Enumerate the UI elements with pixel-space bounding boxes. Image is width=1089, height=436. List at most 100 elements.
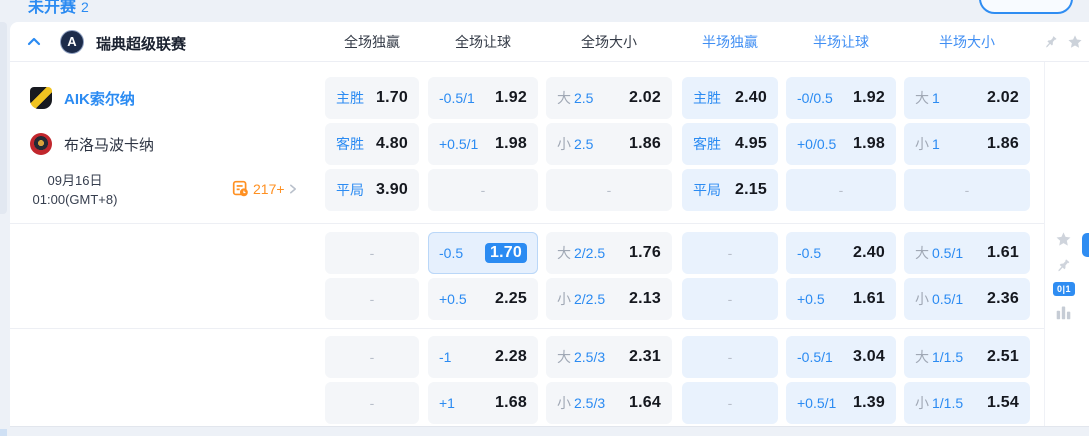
odds-value: 3.04 (853, 348, 885, 365)
column-header-half-1x2[interactable]: 半场独赢 (682, 22, 778, 62)
odds-cell[interactable]: -0.5 1.70 (428, 232, 538, 274)
odds-cell[interactable]: 小 1 1.86 (904, 123, 1030, 165)
league-header: A 瑞典超级联赛 全场独赢 全场让球 全场大小 半场独赢 半场让球 半场大小 (10, 22, 1089, 62)
odds-line: 小 0.5/1 (915, 289, 963, 309)
odds-cell[interactable]: 平局 2.15 (682, 169, 778, 211)
ou-prefix: 小 (915, 291, 929, 307)
dash: - (369, 291, 375, 307)
odds-value: 1.61 (987, 244, 1019, 261)
tab-not-started[interactable]: 未开赛 2 (28, 0, 89, 17)
odds-cell[interactable]: 主胜 2.40 (682, 77, 778, 119)
line-value: -0.5/1 (439, 90, 475, 106)
odds-line: 客胜 (693, 134, 721, 154)
line-value: 2.5 (574, 90, 594, 106)
floating-button-sliver[interactable] (1082, 233, 1089, 257)
odds-cell[interactable]: +0.5 1.61 (786, 278, 896, 320)
home-team-name[interactable]: AIK索尔纳 (64, 88, 135, 109)
away-team-row[interactable]: 布洛马波卡纳 (10, 123, 320, 165)
column-header-full-overunder: 全场大小 (581, 34, 637, 50)
dash: - (369, 349, 375, 365)
odds-line: 大 2.5 (557, 88, 593, 108)
empty-odds-cell: - (325, 278, 419, 320)
empty-odds-cell: - (325, 336, 419, 378)
odds-format-badge[interactable]: 0|1 (1053, 282, 1076, 296)
odds-cell[interactable]: 小 2.5/3 1.64 (546, 382, 672, 424)
odds-value: 1.54 (987, 394, 1019, 411)
away-team-crest-icon (30, 133, 52, 155)
dash: - (838, 182, 844, 198)
odds-cell[interactable]: 客胜 4.80 (325, 123, 419, 165)
odds-cell[interactable]: 大 2.5/3 2.31 (546, 336, 672, 378)
ou-prefix: 小 (915, 136, 929, 152)
line-value: 1 (932, 136, 940, 152)
pin-icon[interactable] (1043, 34, 1059, 50)
odds-line: -1 (439, 349, 451, 365)
odds-cell[interactable]: +0/0.5 1.98 (786, 123, 896, 165)
ou-prefix: 大 (915, 349, 929, 365)
ou-prefix: 大 (557, 90, 571, 106)
odds-line: 平局 (336, 180, 364, 200)
more-markets-link[interactable]: 217+ (232, 180, 299, 197)
odds-cell[interactable]: 小 2/2.5 2.13 (546, 278, 672, 320)
odds-line: +0/0.5 (797, 136, 836, 152)
odds-value: 2.28 (495, 348, 527, 365)
odds-cell[interactable]: 大 1/1.5 2.51 (904, 336, 1030, 378)
odds-line: 大 2/2.5 (557, 243, 605, 263)
star-icon[interactable] (1067, 34, 1083, 50)
tab-label: 未开赛 (28, 0, 77, 16)
empty-odds-cell: - (904, 169, 1030, 211)
empty-odds-cell: - (786, 169, 896, 211)
odds-cell[interactable]: 大 1 2.02 (904, 77, 1030, 119)
odds-cell[interactable]: -0.5/1 1.92 (428, 77, 538, 119)
odds-cell[interactable]: 小 0.5/1 2.36 (904, 278, 1030, 320)
odds-value: 1.86 (987, 135, 1019, 152)
dash: - (727, 245, 733, 261)
odds-cell[interactable]: 大 0.5/1 1.61 (904, 232, 1030, 274)
empty-odds-cell: - (546, 169, 672, 211)
odds-line: 主胜 (693, 88, 721, 108)
odds-value: 2.51 (987, 348, 1019, 365)
favorite-star-icon[interactable] (1055, 231, 1072, 248)
odds-line: +0.5 (797, 291, 825, 307)
stats-bar-chart-icon[interactable] (1055, 304, 1072, 321)
odds-line: -0.5 (439, 245, 463, 261)
line-value: -0.5/1 (797, 349, 833, 365)
kickoff-datetime: 09月16日 01:00(GMT+8) (16, 169, 134, 211)
odds-value: 1.86 (629, 135, 661, 152)
line-value: +0.5 (439, 291, 467, 307)
odds-value: 1.98 (495, 135, 527, 152)
top-filter-bar: 未开赛 2 (0, 0, 1089, 21)
odds-cell[interactable]: 主胜 1.70 (325, 77, 419, 119)
block-divider (10, 328, 1044, 329)
odds-cell[interactable]: +0.5 2.25 (428, 278, 538, 320)
odds-cell[interactable]: 客胜 4.95 (682, 123, 778, 165)
odds-line: 小 2/2.5 (557, 289, 605, 309)
odds-cell[interactable]: +1 1.68 (428, 382, 538, 424)
home-team-row[interactable]: AIK索尔纳 (10, 77, 320, 119)
vertical-scrollbar[interactable] (0, 22, 7, 214)
card-bottom-divider (10, 426, 1089, 427)
chevron-up-icon[interactable] (26, 34, 42, 50)
odds-cell[interactable]: -0.5 2.40 (786, 232, 896, 274)
odds-cell[interactable]: -1 2.28 (428, 336, 538, 378)
truncated-pill-button[interactable] (979, 0, 1073, 14)
odds-value: 2.40 (735, 89, 767, 106)
column-header-half-overunder[interactable]: 半场大小 (904, 22, 1030, 62)
line-value: 2.5/3 (574, 395, 606, 411)
line-value: 2.5 (574, 136, 594, 152)
odds-cell[interactable]: +0.5/1 1.98 (428, 123, 538, 165)
empty-odds-cell: - (325, 382, 419, 424)
odds-cell[interactable]: 平局 3.90 (325, 169, 419, 211)
pin-match-icon[interactable] (1055, 257, 1072, 274)
odds-cell[interactable]: 小 1/1.5 1.54 (904, 382, 1030, 424)
column-header-half-handicap[interactable]: 半场让球 (786, 22, 896, 62)
odds-cell[interactable]: -0.5/1 3.04 (786, 336, 896, 378)
odds-cell[interactable]: 大 2/2.5 1.76 (546, 232, 672, 274)
away-team-name[interactable]: 布洛马波卡纳 (64, 134, 154, 155)
odds-line: 客胜 (336, 134, 364, 154)
odds-cell[interactable]: -0/0.5 1.92 (786, 77, 896, 119)
odds-cell[interactable]: +0.5/1 1.39 (786, 382, 896, 424)
odds-cell[interactable]: 小 2.5 1.86 (546, 123, 672, 165)
odds-cell[interactable]: 大 2.5 2.02 (546, 77, 672, 119)
odds-line: 小 2.5 (557, 134, 593, 154)
